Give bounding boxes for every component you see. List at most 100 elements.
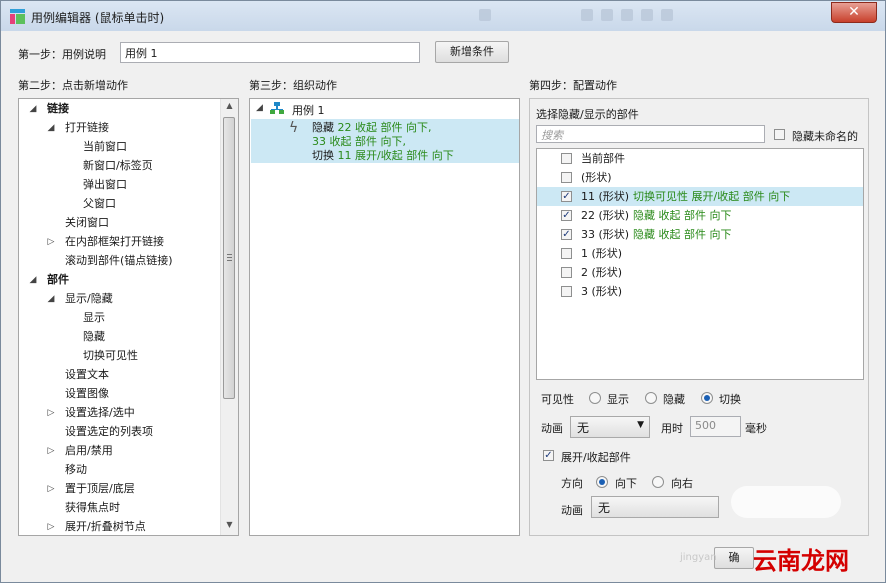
tree-item[interactable]: 切换可见性 bbox=[19, 347, 222, 365]
widget-row[interactable]: 3 (形状) bbox=[537, 282, 863, 301]
expand-icon[interactable]: ▷ bbox=[46, 233, 56, 251]
tree-item[interactable]: 关闭窗口 bbox=[19, 214, 222, 232]
hide-unnamed-checkbox[interactable] bbox=[774, 129, 785, 140]
tree-item-label: 置于顶层/底层 bbox=[65, 482, 135, 495]
collapse-icon[interactable]: ◢ bbox=[46, 119, 56, 137]
action-detail: 33 收起 部件 向下, bbox=[312, 135, 406, 148]
close-button[interactable]: ✕ bbox=[831, 2, 877, 23]
widget-name: 2 (形状) bbox=[581, 266, 623, 279]
direction-right-radio[interactable] bbox=[652, 476, 664, 488]
widget-row[interactable]: ✓ 33 (形状) 隐藏 收起 部件 向下 bbox=[537, 225, 863, 244]
collapse-icon[interactable]: ◢ bbox=[28, 100, 38, 118]
widget-checkbox[interactable]: ✓ bbox=[561, 191, 572, 202]
tree-item[interactable]: 移动 bbox=[19, 461, 222, 479]
tree-item[interactable]: 当前窗口 bbox=[19, 138, 222, 156]
expand-icon[interactable]: ▷ bbox=[46, 518, 56, 535]
tree-item[interactable]: ◢ 链接 bbox=[19, 100, 222, 118]
widget-name: 3 (形状) bbox=[581, 285, 623, 298]
widget-checkbox[interactable] bbox=[561, 172, 572, 183]
widget-name: 11 (形状) bbox=[581, 190, 630, 203]
use-case-description-input[interactable]: 用例 1 bbox=[120, 42, 420, 63]
widget-checkbox[interactable]: ✓ bbox=[561, 210, 572, 221]
visibility-show-radio[interactable] bbox=[589, 392, 601, 404]
anim2-value: 无 bbox=[598, 501, 611, 515]
widget-search-input[interactable]: 搜索 bbox=[536, 125, 765, 143]
direction-right-label: 向右 bbox=[671, 477, 693, 490]
widget-action-detail: 隐藏 收起 部件 向下 bbox=[633, 209, 732, 222]
tree-item[interactable]: ▷ 启用/禁用 bbox=[19, 442, 222, 460]
action-tree-panel: ◢ 链接 ◢ 打开链接 当前窗口 新窗口/标签页 弹出窗口 父窗口 关闭窗口 ▷ 在内部框架打开链接… bbox=[18, 98, 239, 536]
duration-input[interactable]: 500 bbox=[690, 416, 741, 437]
widget-name: 22 (形状) bbox=[581, 209, 630, 222]
tree-item[interactable]: ▷ 在内部框架打开链接 bbox=[19, 233, 222, 251]
tree-item[interactable]: ▷ 展开/折叠树节点 bbox=[19, 518, 222, 535]
tree-item[interactable]: ▷ 置于顶层/底层 bbox=[19, 480, 222, 498]
widget-checkbox[interactable]: ✓ bbox=[561, 229, 572, 240]
step1-label: 第一步：用例说明 bbox=[18, 48, 106, 61]
collapse-icon[interactable]: ◢ bbox=[28, 271, 38, 289]
widget-checkbox[interactable] bbox=[561, 286, 572, 297]
direction-down-label: 向下 bbox=[615, 477, 637, 490]
tree-item[interactable]: 设置图像 bbox=[19, 385, 222, 403]
tree-item[interactable]: ◢ 部件 bbox=[19, 271, 222, 289]
expand-collapse-label: 展开/收起部件 bbox=[561, 451, 631, 464]
widget-checkbox[interactable] bbox=[561, 267, 572, 278]
step3-label: 第三步：组织动作 bbox=[249, 79, 337, 92]
tree-item[interactable]: 滚动到部件(锚点链接) bbox=[19, 252, 222, 270]
scroll-thumb[interactable] bbox=[223, 117, 235, 399]
tree-item[interactable]: 隐藏 bbox=[19, 328, 222, 346]
tree-item[interactable]: 新窗口/标签页 bbox=[19, 157, 222, 175]
widget-action-detail: 切换可见性 展开/收起 部件 向下 bbox=[633, 190, 791, 203]
tree-item[interactable]: 父窗口 bbox=[19, 195, 222, 213]
collapse-icon[interactable]: ◢ bbox=[46, 290, 56, 308]
tree-item[interactable]: ▷ 设置选择/选中 bbox=[19, 404, 222, 422]
lightning-icon: ϟ bbox=[289, 120, 299, 136]
direction-down-radio[interactable] bbox=[596, 476, 608, 488]
chevron-down-icon: ▼ bbox=[637, 420, 644, 430]
ok-button[interactable]: 确 bbox=[714, 547, 754, 569]
window-title: 用例编辑器 (鼠标单击时) bbox=[31, 11, 165, 25]
expand-icon[interactable]: ▷ bbox=[46, 480, 56, 498]
tree-item[interactable]: ◢ 显示/隐藏 bbox=[19, 290, 222, 308]
anim2-label: 动画 bbox=[561, 504, 583, 517]
anim2-select[interactable]: 无 bbox=[591, 496, 719, 518]
tree-item[interactable]: 弹出窗口 bbox=[19, 176, 222, 194]
tree-item[interactable]: 获得焦点时 bbox=[19, 499, 222, 517]
expand-icon[interactable]: ▷ bbox=[46, 404, 56, 422]
widget-row[interactable]: ✓ 22 (形状) 隐藏 收起 部件 向下 bbox=[537, 206, 863, 225]
widget-row[interactable]: 2 (形状) bbox=[537, 263, 863, 282]
expand-icon[interactable]: ▷ bbox=[46, 442, 56, 460]
visibility-hide-radio[interactable] bbox=[645, 392, 657, 404]
tree-item-label: 显示 bbox=[83, 311, 105, 324]
tree-item-label: 在内部框架打开链接 bbox=[65, 235, 164, 248]
tree-item[interactable]: ◢ 打开链接 bbox=[19, 119, 222, 137]
expand-collapse-checkbox[interactable]: ✓ bbox=[543, 450, 554, 461]
visibility-toggle-radio[interactable] bbox=[701, 392, 713, 404]
widget-name: 1 (形状) bbox=[581, 247, 623, 260]
tree-item[interactable]: 设置选定的列表项 bbox=[19, 423, 222, 441]
tree-item-label: 设置选定的列表项 bbox=[65, 425, 153, 438]
widget-section-label: 选择隐藏/显示的部件 bbox=[536, 108, 639, 121]
widget-row[interactable]: (形状) bbox=[537, 168, 863, 187]
widget-checkbox[interactable] bbox=[561, 153, 572, 164]
widget-row[interactable]: 1 (形状) bbox=[537, 244, 863, 263]
tree-item-label: 设置选择/选中 bbox=[65, 406, 135, 419]
widget-row[interactable]: ✓ 11 (形状) 切换可见性 展开/收起 部件 向下 bbox=[537, 187, 863, 206]
case-name[interactable]: 用例 1 bbox=[292, 102, 325, 118]
visibility-hide-label: 隐藏 bbox=[663, 393, 685, 406]
widget-row[interactable]: 当前部件 bbox=[537, 149, 863, 168]
add-condition-button[interactable]: 新增条件 bbox=[435, 41, 509, 63]
animation-value: 无 bbox=[577, 421, 590, 435]
case-expander-icon[interactable]: ◢ bbox=[256, 103, 263, 113]
scroll-down-icon[interactable]: ▼ bbox=[221, 520, 238, 529]
ghost-icon bbox=[621, 9, 633, 21]
action-tree-scrollbar[interactable]: ▲ ▼ bbox=[220, 99, 238, 535]
widget-checkbox[interactable] bbox=[561, 248, 572, 259]
tree-item[interactable]: 显示 bbox=[19, 309, 222, 327]
tree-item[interactable]: 设置文本 bbox=[19, 366, 222, 384]
action-item[interactable]: ϟ 隐藏 22 收起 部件 向下, 33 收起 部件 向下, 切换 11 展开/… bbox=[251, 119, 519, 163]
tree-item-label: 切换可见性 bbox=[83, 349, 138, 362]
animation-select[interactable]: 无 ▼ bbox=[570, 416, 650, 438]
scroll-up-icon[interactable]: ▲ bbox=[221, 101, 238, 110]
watermark-logo: 云南龙网 bbox=[753, 546, 849, 575]
